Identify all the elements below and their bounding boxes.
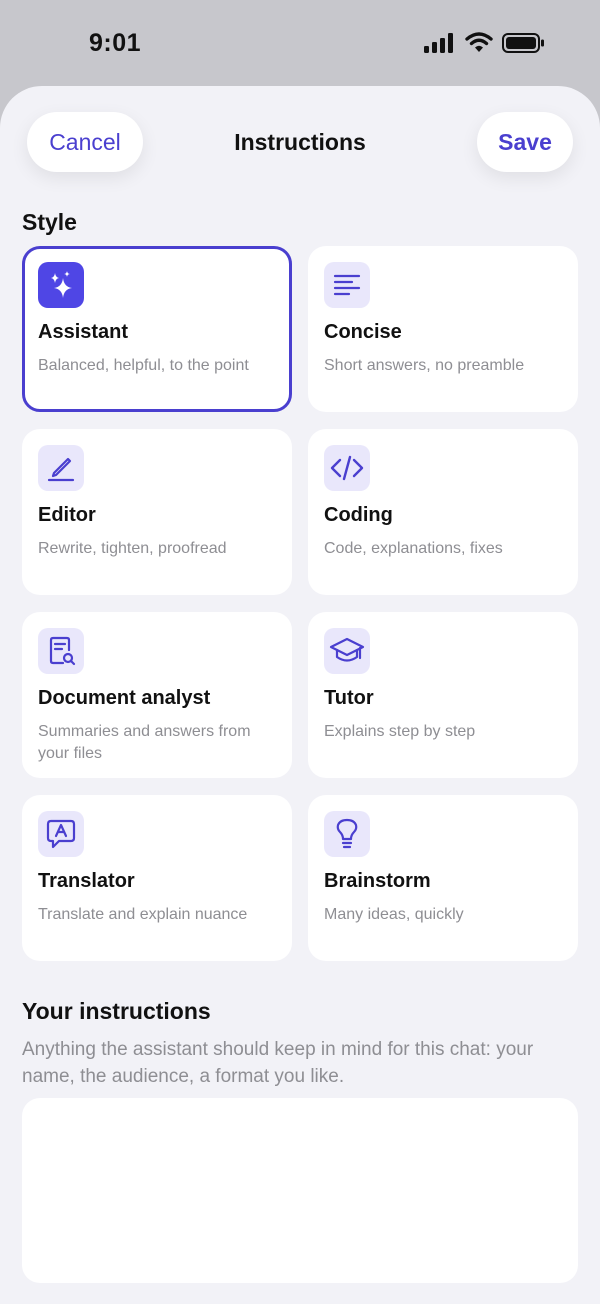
style-card-title: Concise (324, 321, 402, 343)
style-card-description: Summaries and answers from your files (38, 723, 251, 762)
style-card-translator[interactable]: Translator Translate and explain nuance (22, 795, 292, 961)
style-card-description: Short answers, no preamble (324, 357, 525, 374)
lines-icon (324, 262, 370, 308)
style-card-description: Explains step by step (324, 723, 476, 740)
style-card-title: Editor (38, 504, 96, 526)
style-card-description: Translate and explain nuance (38, 906, 248, 923)
style-card-concise[interactable]: Concise Short answers, no preamble (308, 246, 578, 412)
style-card-description: Rewrite, tighten, proofread (38, 540, 227, 557)
style-card-title: Tutor (324, 687, 374, 709)
instructions-help-text: Anything the assistant should keep in mi… (22, 1039, 534, 1087)
status-bar: 9:01 (0, 0, 600, 86)
pen-icon (38, 445, 84, 491)
signal-icon (424, 32, 453, 53)
wifi-icon (465, 32, 493, 52)
code-icon (324, 445, 370, 491)
style-card-tutor[interactable]: Tutor Explains step by step (308, 612, 578, 778)
style-card-assistant[interactable]: Assistant Balanced, helpful, to the poin… (22, 246, 292, 412)
your-instructions-title: Your instructions (22, 998, 211, 1024)
style-card-description: Many ideas, quickly (324, 906, 464, 923)
style-card-editor[interactable]: Editor Rewrite, tighten, proofread (22, 429, 292, 595)
document-search-icon (38, 628, 84, 674)
style-card-title: Translator (38, 870, 135, 892)
translate-bubble-icon (38, 811, 84, 857)
battery-icon (502, 32, 544, 53)
graduation-cap-icon (324, 628, 370, 674)
instructions-sheet: Cancel Instructions Save Style Assistant… (0, 86, 600, 1304)
lightbulb-icon (324, 811, 370, 857)
style-card-title: Brainstorm (324, 870, 431, 892)
style-card-title: Coding (324, 504, 393, 526)
style-card-brainstorm[interactable]: Brainstorm Many ideas, quickly (308, 795, 578, 961)
style-card-coding[interactable]: Coding Code, explanations, fixes (308, 429, 578, 595)
style-card-title: Assistant (38, 321, 129, 343)
style-section-title: Style (22, 209, 77, 235)
style-card-document-analyst[interactable]: Document analyst Summaries and answers f… (22, 612, 292, 778)
save-button[interactable]: Save (477, 112, 573, 172)
style-card-description: Balanced, helpful, to the point (38, 357, 249, 374)
status-time: 9:01 (89, 29, 142, 57)
style-card-title: Document analyst (38, 687, 211, 709)
status-icons (424, 32, 545, 53)
instructions-input[interactable] (22, 1098, 578, 1283)
style-card-description: Code, explanations, fixes (324, 540, 503, 557)
sparkles-icon (38, 262, 84, 308)
